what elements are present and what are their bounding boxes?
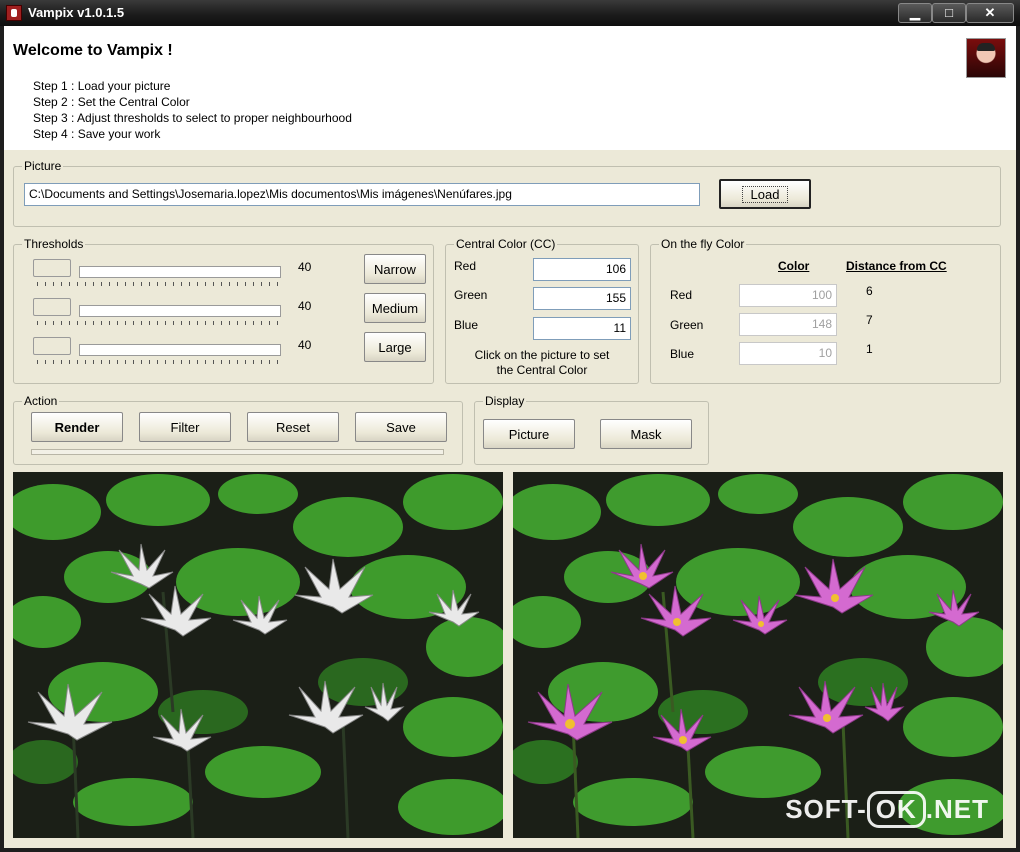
fly-red-distance: 6 <box>866 284 873 298</box>
threshold-slider-3[interactable] <box>33 337 283 367</box>
display-picture-button[interactable]: Picture <box>483 419 575 449</box>
mask-preview-svg <box>13 472 503 838</box>
threshold-slider-1[interactable] <box>33 259 283 289</box>
cc-hint-line: Click on the picture to set <box>474 348 610 362</box>
threshold-slider-2[interactable] <box>33 298 283 328</box>
cc-blue-input[interactable]: 11 <box>533 317 631 340</box>
cc-green-input[interactable]: 155 <box>533 287 631 310</box>
distance-header: Distance from CC <box>846 259 947 273</box>
threshold-value-3: 40 <box>298 338 312 352</box>
fly-red-input: 100 <box>739 284 837 307</box>
picture-group: Picture C:\Documents and Settings\Josema… <box>13 159 1001 227</box>
reset-button[interactable]: Reset <box>247 412 339 442</box>
fly-blue-distance: 1 <box>866 342 873 356</box>
cc-blue-label: Blue <box>454 318 479 332</box>
threshold-value-1: 40 <box>298 260 312 274</box>
original-picture-image[interactable]: SOFT- OK .NET <box>513 472 1003 838</box>
slider-thumb[interactable] <box>33 259 71 277</box>
cc-green-label: Green <box>454 288 488 302</box>
fly-green-distance: 7 <box>866 313 873 327</box>
slider-track <box>79 266 281 278</box>
action-legend: Action <box>22 394 60 408</box>
step-item: Step 1 : Load your picture <box>33 79 171 93</box>
maximize-button[interactable]: □ <box>932 3 966 23</box>
slider-thumb[interactable] <box>33 337 71 355</box>
slider-track <box>79 305 281 317</box>
welcome-heading: Welcome to Vampix ! <box>13 42 173 59</box>
action-group: Action Render Filter Reset Save <box>13 394 463 465</box>
load-button[interactable]: Load <box>719 179 811 209</box>
picture-legend: Picture <box>22 159 64 173</box>
fly-green-input: 148 <box>739 313 837 336</box>
large-button[interactable]: Large <box>364 332 426 362</box>
picture-path-input[interactable]: C:\Documents and Settings\Josemaria.lope… <box>24 183 700 206</box>
central-color-group: Central Color (CC) Red 106 Green 155 Blu… <box>445 237 639 384</box>
mask-preview-image[interactable] <box>13 472 503 838</box>
threshold-value-2: 40 <box>298 299 312 313</box>
slider-thumb[interactable] <box>33 298 71 316</box>
cc-red-input[interactable]: 106 <box>533 258 631 281</box>
steps-list: Step 1 : Load your picture Step 2 : Set … <box>33 78 352 142</box>
narrow-button[interactable]: Narrow <box>364 254 426 284</box>
fly-blue-input: 10 <box>739 342 837 365</box>
filter-button[interactable]: Filter <box>139 412 231 442</box>
thresholds-group: Thresholds 40 40 40 Narrow Medium Large <box>13 237 434 384</box>
display-legend: Display <box>483 394 527 408</box>
title-bar[interactable]: Vampix v1.0.1.5 ▁ □ ✕ <box>0 0 1020 26</box>
watermark-right: .NET <box>925 794 989 824</box>
slider-ticks <box>37 282 281 286</box>
fly-color-group: On the fly Color Color Distance from CC … <box>650 237 1001 384</box>
window-title: Vampix v1.0.1.5 <box>28 5 125 20</box>
cc-hint-line: the Central Color <box>496 363 588 377</box>
fly-blue-label: Blue <box>670 347 695 361</box>
step-item: Step 2 : Set the Central Color <box>33 95 190 109</box>
slider-ticks <box>37 321 281 325</box>
thresholds-legend: Thresholds <box>22 237 86 251</box>
central-color-legend: Central Color (CC) <box>454 237 558 251</box>
step-item: Step 4 : Save your work <box>33 127 161 141</box>
watermark: SOFT- OK .NET <box>785 791 989 828</box>
welcome-panel: Welcome to Vampix ! Step 1 : Load your p… <box>4 26 1016 150</box>
original-picture-svg <box>513 472 1003 838</box>
medium-button[interactable]: Medium <box>364 293 426 323</box>
cc-red-label: Red <box>454 259 477 273</box>
app-icon <box>6 5 22 21</box>
watermark-left: SOFT- <box>785 794 867 824</box>
cc-hint: Click on the picture to set the Central … <box>446 348 638 378</box>
author-avatar <box>966 38 1006 78</box>
display-mask-button[interactable]: Mask <box>600 419 692 449</box>
save-button[interactable]: Save <box>355 412 447 442</box>
fly-green-label: Green <box>670 318 704 332</box>
fly-red-label: Red <box>670 288 693 302</box>
render-button[interactable]: Render <box>31 412 123 442</box>
slider-ticks <box>37 360 281 364</box>
watermark-ok: OK <box>866 791 926 828</box>
step-item: Step 3 : Adjust thresholds to select to … <box>33 111 352 125</box>
fly-color-header: Color <box>778 259 810 273</box>
display-group: Display Picture Mask <box>474 394 709 465</box>
close-button[interactable]: ✕ <box>966 3 1014 23</box>
slider-track <box>79 344 281 356</box>
progress-bar <box>31 449 444 455</box>
minimize-button[interactable]: ▁ <box>898 3 932 23</box>
fly-color-legend: On the fly Color <box>659 237 747 251</box>
